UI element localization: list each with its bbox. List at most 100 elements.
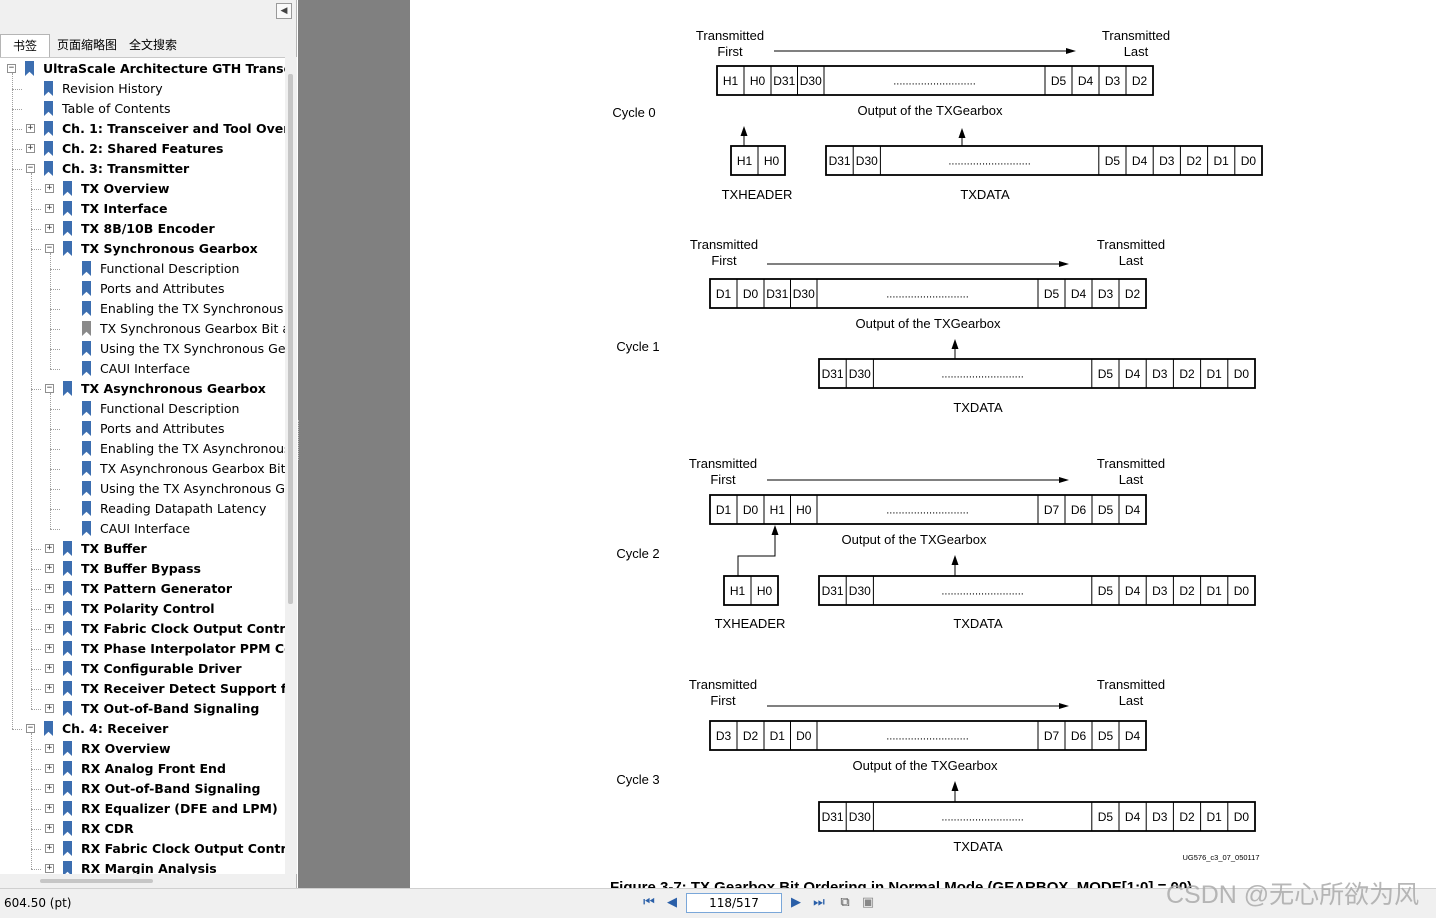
expand-toggle-icon[interactable]: + — [45, 824, 54, 833]
bookmark-item[interactable]: Revision History — [0, 79, 285, 99]
collapse-toggle-icon[interactable]: − — [45, 244, 54, 253]
expand-toggle-icon[interactable]: + — [45, 864, 54, 873]
expand-toggle-icon[interactable]: + — [45, 644, 54, 653]
page-number-input[interactable]: 118/517 — [686, 893, 782, 913]
expand-toggle-icon[interactable]: + — [45, 744, 54, 753]
bookmark-vertical-scrollbar[interactable] — [285, 57, 297, 874]
bookmark-icon — [63, 181, 72, 196]
expand-toggle-icon[interactable]: + — [45, 224, 54, 233]
previous-page-icon[interactable]: ◀ — [663, 894, 681, 912]
bookmark-label: TX Synchronous Gearbox — [81, 241, 258, 256]
collapse-toggle-icon[interactable]: − — [26, 724, 35, 733]
next-page-icon[interactable]: ▶ — [787, 894, 805, 912]
collapse-toggle-icon[interactable]: − — [45, 384, 54, 393]
bookmark-item[interactable]: + RX CDR — [0, 819, 285, 839]
bookmark-item[interactable]: TX Synchronous Gearbox Bit and Byte Orde… — [0, 319, 285, 339]
bookmark-item[interactable]: + Ch. 2: Shared Features — [0, 139, 285, 159]
expand-toggle-icon[interactable]: + — [26, 124, 35, 133]
expand-toggle-icon[interactable]: + — [45, 684, 54, 693]
bookmark-label: RX Out-of-Band Signaling — [81, 781, 261, 796]
expand-toggle-icon[interactable]: + — [45, 204, 54, 213]
bookmark-item[interactable]: Reading Datapath Latency — [0, 499, 285, 519]
bookmark-item[interactable]: Ports and Attributes — [0, 279, 285, 299]
bookmark-item[interactable]: + RX Analog Front End — [0, 759, 285, 779]
bookmark-item[interactable]: Using the TX Synchronous Gearbox — [0, 339, 285, 359]
bookmark-item[interactable]: + RX Out-of-Band Signaling — [0, 779, 285, 799]
tree-connector — [31, 589, 41, 590]
bookmark-item[interactable]: Functional Description — [0, 259, 285, 279]
first-page-icon[interactable]: ⏮ — [640, 894, 658, 912]
bookmark-item[interactable]: − TX Synchronous Gearbox — [0, 239, 285, 259]
bit-cell-label: H1 — [723, 74, 739, 88]
arrow-head — [740, 126, 748, 136]
document-viewport[interactable]: Transmitted First Transmitted Last Cycle 0 H1… — [298, 0, 1436, 888]
bookmark-item[interactable]: − Ch. 4: Receiver — [0, 719, 285, 739]
tree-connector — [12, 729, 22, 730]
expand-toggle-icon[interactable]: + — [26, 144, 35, 153]
bookmark-icon — [63, 801, 72, 816]
tab-fulltext-search[interactable]: 全文搜索 — [124, 34, 182, 56]
bookmark-label: Ch. 2: Shared Features — [62, 141, 224, 156]
bookmark-item[interactable]: CAUI Interface — [0, 519, 285, 539]
expand-toggle-icon[interactable]: + — [45, 704, 54, 713]
expand-toggle-icon[interactable]: + — [45, 604, 54, 613]
expand-toggle-icon[interactable]: + — [45, 664, 54, 673]
bookmark-item[interactable]: + Ch. 1: Transceiver and Tool Overview — [0, 119, 285, 139]
bookmark-item[interactable]: + TX Interface — [0, 199, 285, 219]
bookmark-item[interactable]: + TX Overview — [0, 179, 285, 199]
bookmark-item[interactable]: + TX Configurable Driver — [0, 659, 285, 679]
panel-splitter[interactable] — [298, 420, 302, 460]
bookmark-item[interactable]: Ports and Attributes — [0, 419, 285, 439]
view-mode-icon[interactable]: ⧉ — [836, 894, 854, 912]
bookmark-item[interactable]: + TX Out-of-Band Signaling — [0, 699, 285, 719]
bit-cell-label: D31 — [766, 287, 788, 301]
collapse-panel-button[interactable]: ◀ — [276, 3, 292, 19]
expand-toggle-icon[interactable]: + — [45, 584, 54, 593]
expand-toggle-icon[interactable]: + — [45, 784, 54, 793]
last-page-icon[interactable]: ⏭ — [810, 894, 828, 912]
collapse-toggle-icon[interactable]: − — [26, 164, 35, 173]
bookmark-item[interactable]: Enabling the TX Asynchronous Gearbox — [0, 439, 285, 459]
transmitted-first-label: First — [717, 44, 743, 59]
transmitted-first-label: Transmitted — [689, 677, 757, 692]
bookmark-item[interactable]: + TX Polarity Control — [0, 599, 285, 619]
collapse-toggle-icon[interactable]: − — [7, 64, 16, 73]
bookmark-item[interactable]: + TX Fabric Clock Output Control — [0, 619, 285, 639]
bit-cell-label: D4 — [1078, 74, 1094, 88]
expand-toggle-icon[interactable]: + — [45, 544, 54, 553]
page-layout-icon[interactable]: ▣ — [859, 894, 877, 912]
tab-bookmarks[interactable]: 书签 — [0, 34, 50, 57]
bookmark-item[interactable]: Enabling the TX Synchronous Gearbox — [0, 299, 285, 319]
bookmark-item[interactable]: Functional Description — [0, 399, 285, 419]
bookmark-item[interactable]: + TX Receiver Detect Support for PCI Expr… — [0, 679, 285, 699]
bookmark-item[interactable]: + TX Buffer Bypass — [0, 559, 285, 579]
expand-toggle-icon[interactable]: + — [45, 184, 54, 193]
bookmark-item[interactable]: + TX 8B/10B Encoder — [0, 219, 285, 239]
scrollbar-thumb[interactable] — [40, 879, 153, 883]
bookmark-item[interactable]: TX Asynchronous Gearbox Bit and Byte Ord… — [0, 459, 285, 479]
bookmark-item[interactable]: + TX Pattern Generator — [0, 579, 285, 599]
bookmark-item[interactable]: Using the TX Asynchronous Gearbox — [0, 479, 285, 499]
bookmark-icon — [63, 741, 72, 756]
bookmark-item[interactable]: + RX Fabric Clock Output Control — [0, 839, 285, 859]
tab-thumbnails[interactable]: 页面缩略图 — [52, 34, 122, 56]
expand-toggle-icon[interactable]: + — [45, 804, 54, 813]
bookmark-item[interactable]: + RX Margin Analysis — [0, 859, 285, 875]
scrollbar-thumb[interactable] — [288, 74, 293, 604]
bookmark-item[interactable]: CAUI Interface — [0, 359, 285, 379]
bookmark-item[interactable]: + TX Phase Interpolator PPM Controller — [0, 639, 285, 659]
expand-toggle-icon[interactable]: + — [45, 764, 54, 773]
expand-toggle-icon[interactable]: + — [45, 564, 54, 573]
expand-toggle-icon[interactable]: + — [45, 844, 54, 853]
bookmark-item[interactable]: − TX Asynchronous Gearbox — [0, 379, 285, 399]
bookmark-item[interactable]: − UltraScale Architecture GTH Transceiver… — [0, 59, 285, 79]
bookmark-item[interactable]: + RX Overview — [0, 739, 285, 759]
bookmark-item[interactable]: + RX Equalizer (DFE and LPM) — [0, 799, 285, 819]
bookmark-horizontal-scrollbar[interactable] — [0, 874, 285, 888]
tree-connector — [31, 789, 41, 790]
bookmark-item[interactable]: + TX Buffer — [0, 539, 285, 559]
bookmark-item[interactable]: − Ch. 3: Transmitter — [0, 159, 285, 179]
bit-cell-label: D31 — [822, 367, 844, 381]
expand-toggle-icon[interactable]: + — [45, 624, 54, 633]
bookmark-item[interactable]: Table of Contents — [0, 99, 285, 119]
